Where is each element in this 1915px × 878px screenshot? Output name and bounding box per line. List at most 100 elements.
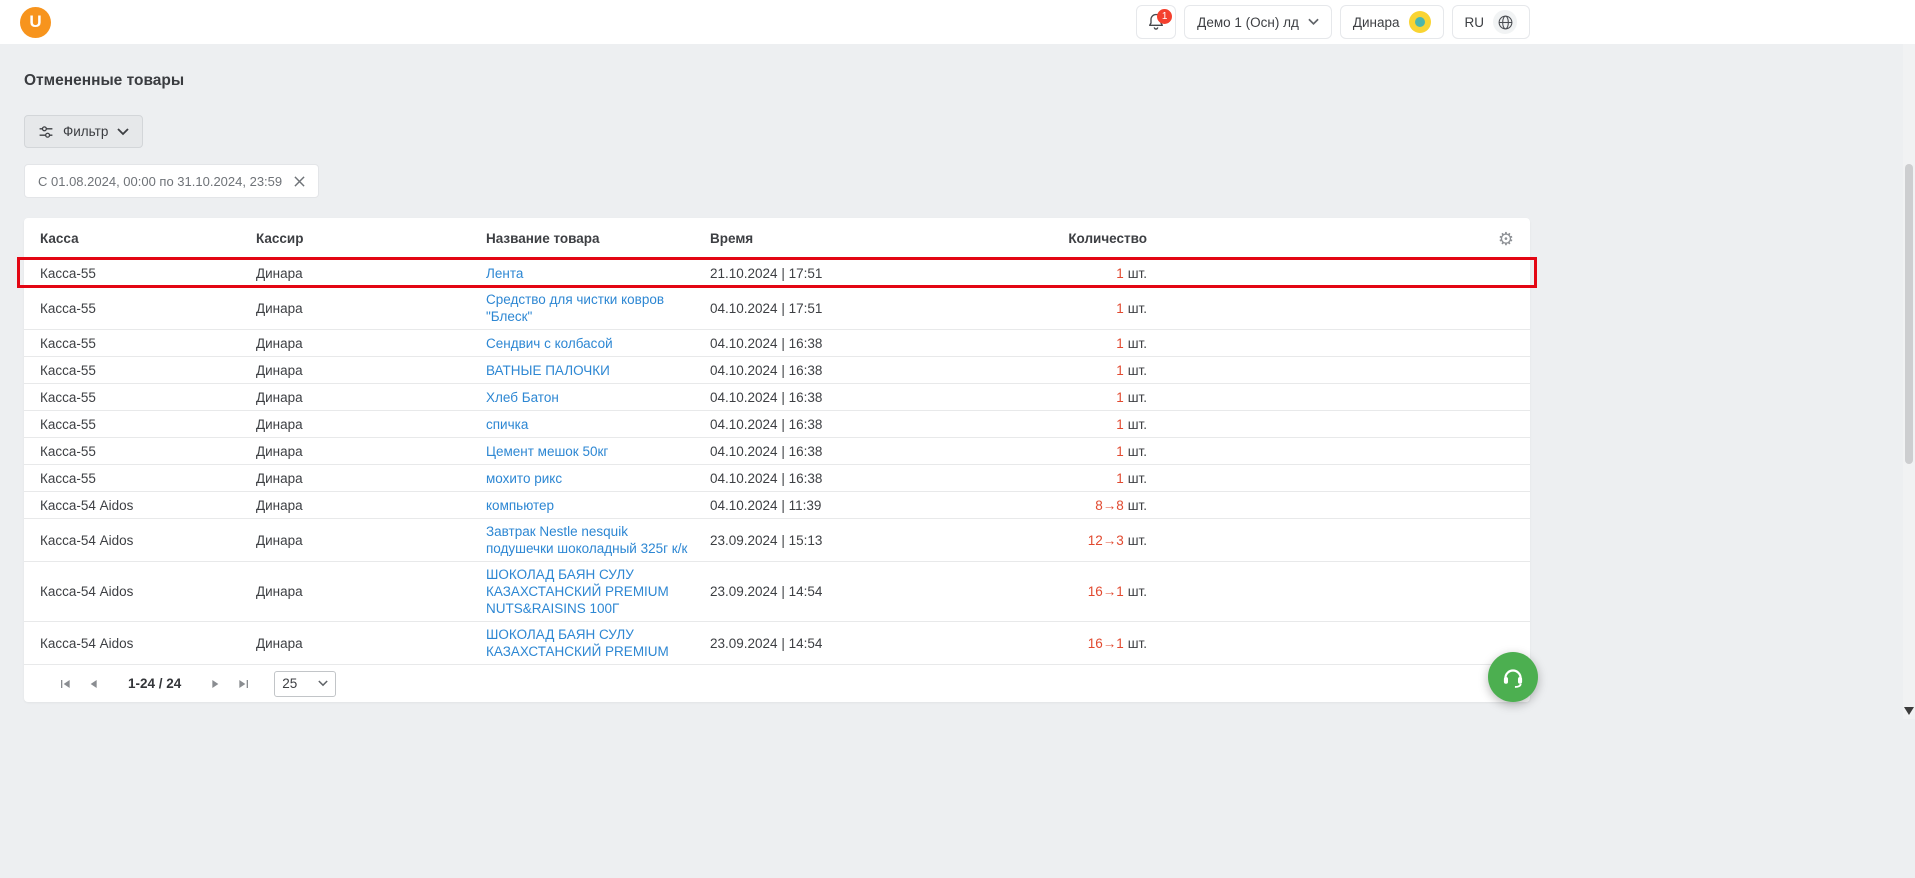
pagination: 1-24 / 24 25 <box>24 664 1530 702</box>
cell-time: 04.10.2024 | 16:38 <box>710 416 823 432</box>
product-link[interactable]: ВАТНЫЕ ПАЛОЧКИ <box>486 363 610 378</box>
cell-product: мохито рикс <box>486 470 710 487</box>
quantity-unit: шт. <box>1127 416 1147 432</box>
pagination-range: 1-24 / 24 <box>128 676 182 691</box>
avatar <box>1408 11 1431 33</box>
scroll-down-arrow-icon[interactable] <box>1904 707 1914 715</box>
cell-kassa: Касса-55 <box>40 443 96 459</box>
quantity-value: 1 <box>1116 362 1124 378</box>
cell-kassa: Касса-55 <box>40 470 96 486</box>
table-row: Касса-55 Динара Хлеб Батон 04.10.2024 | … <box>24 383 1530 410</box>
branch-selector[interactable]: Демо 1 (Осн) лд <box>1184 5 1332 39</box>
cell-cashier: Динара <box>256 470 303 486</box>
quantity-value: 1 <box>1116 443 1124 459</box>
table-row: Касса-55 Динара Средство для чистки ковр… <box>24 286 1530 329</box>
column-header-time: Время <box>710 231 754 246</box>
notification-badge: 1 <box>1157 9 1173 24</box>
next-page-button[interactable] <box>204 673 226 695</box>
page-size-select[interactable]: 25 <box>274 670 337 697</box>
quantity-unit: шт. <box>1127 443 1147 459</box>
date-filter-chip: С 01.08.2024, 00:00 по 31.10.2024, 23:59 <box>24 164 320 198</box>
prev-page-icon <box>90 679 97 688</box>
language-selector[interactable]: RU <box>1451 5 1530 39</box>
avatar-emblem <box>1414 17 1425 27</box>
cell-cashier: Динара <box>256 300 303 316</box>
quantity-value: 16→1 <box>1087 635 1124 651</box>
filter-button-label: Фильтр <box>63 124 109 139</box>
cell-time: 04.10.2024 | 16:38 <box>710 335 823 351</box>
cell-quantity: 1 шт. <box>960 335 1147 352</box>
cell-product: Завтрак Nestle nesquik подушечки шоколад… <box>486 523 710 557</box>
cell-kassa: Касса-54 Aidos <box>40 635 134 651</box>
cell-kassa: Касса-55 <box>40 335 96 351</box>
cell-product: Цемент мешок 50кг <box>486 443 710 460</box>
topbar-inner: U 1 Демо 1 (Осн) лд Динара RU <box>0 0 1554 44</box>
cell-kassa: Касса-55 <box>40 362 96 378</box>
gear-icon[interactable]: ⚙ <box>1498 230 1514 248</box>
cell-time: 04.10.2024 | 16:38 <box>710 362 823 378</box>
cell-product: компьютер <box>486 497 710 514</box>
product-link[interactable]: Сендвич с колбасой <box>486 336 613 351</box>
cell-cashier: Динара <box>256 635 303 651</box>
chevron-down-icon <box>318 680 328 687</box>
cell-kassa: Касса-55 <box>40 300 96 316</box>
app-logo[interactable]: U <box>20 6 51 38</box>
filter-button[interactable]: Фильтр <box>24 115 144 148</box>
notifications-button[interactable]: 1 <box>1136 5 1177 39</box>
cell-time: 23.09.2024 | 14:54 <box>710 635 823 651</box>
vertical-scrollbar <box>1903 44 1915 719</box>
product-link[interactable]: мохито рикс <box>486 471 562 486</box>
cell-quantity: 1 шт. <box>960 362 1147 379</box>
remove-filter-button[interactable] <box>294 175 305 187</box>
product-link[interactable]: ШОКОЛАД БАЯН СУЛУ КАЗАХСТАНСКИЙ PREMIUM <box>486 627 669 659</box>
quantity-value: 1 <box>1116 265 1124 281</box>
chevron-down-icon <box>1308 18 1319 26</box>
next-page-icon <box>212 679 219 688</box>
quantity-value: 1 <box>1116 335 1124 351</box>
product-link[interactable]: Хлеб Батон <box>486 390 559 405</box>
scrollbar-thumb[interactable] <box>1905 164 1913 464</box>
cell-time: 04.10.2024 | 16:38 <box>710 443 823 459</box>
product-link[interactable]: спичка <box>486 417 528 432</box>
quantity-unit: шт. <box>1127 335 1147 351</box>
user-name: Динара <box>1352 14 1400 30</box>
cell-time: 23.09.2024 | 15:13 <box>710 532 823 548</box>
cell-product: Лента <box>486 265 710 282</box>
cell-cashier: Динара <box>256 265 303 281</box>
last-page-button[interactable] <box>233 673 255 695</box>
cell-time: 04.10.2024 | 11:39 <box>710 497 822 513</box>
cell-kassa: Касса-54 Aidos <box>40 532 134 548</box>
prev-page-button[interactable] <box>83 673 105 695</box>
table-row: Касса-55 Динара Лента 21.10.2024 | 17:51… <box>17 257 1537 288</box>
table-header: Касса Кассир Название товара Время Колич… <box>24 218 1530 259</box>
cell-product: ШОКОЛАД БАЯН СУЛУ КАЗАХСТАНСКИЙ PREMIUM <box>486 626 710 660</box>
cell-product: Хлеб Батон <box>486 389 710 406</box>
cell-product: ШОКОЛАД БАЯН СУЛУ КАЗАХСТАНСКИЙ PREMIUM … <box>486 566 710 617</box>
product-link[interactable]: Завтрак Nestle nesquik подушечки шоколад… <box>486 524 687 556</box>
column-header-product: Название товара <box>486 231 600 246</box>
first-page-button[interactable] <box>54 673 76 695</box>
product-link[interactable]: Средство для чистки ковров "Блеск" <box>486 292 664 324</box>
quantity-unit: шт. <box>1127 389 1147 405</box>
cell-kassa: Касса-54 Aidos <box>40 584 134 599</box>
cell-quantity: 1 шт. <box>960 300 1147 317</box>
user-menu[interactable]: Динара <box>1339 5 1444 39</box>
product-link[interactable]: ШОКОЛАД БАЯН СУЛУ КАЗАХСТАНСКИЙ PREMIUM … <box>486 567 669 616</box>
quantity-unit: шт. <box>1127 635 1147 651</box>
quantity-value: 8→8 <box>1095 497 1124 513</box>
cell-cashier: Динара <box>256 416 303 432</box>
cell-quantity: 1 шт. <box>960 389 1147 406</box>
quantity-value: 12→3 <box>1087 532 1124 548</box>
support-button[interactable] <box>1488 652 1538 702</box>
headset-icon <box>1500 664 1526 690</box>
product-link[interactable]: компьютер <box>486 498 554 513</box>
cell-product: Средство для чистки ковров "Блеск" <box>486 291 710 325</box>
product-link[interactable]: Лента <box>486 266 523 281</box>
cell-time: 21.10.2024 | 17:51 <box>710 265 823 281</box>
cell-quantity: 1 шт. <box>960 470 1147 487</box>
cell-quantity: 12→3 шт. <box>960 532 1147 549</box>
cell-cashier: Динара <box>256 389 303 405</box>
chevron-down-icon <box>117 127 129 136</box>
quantity-value: 16→1 <box>1087 584 1124 599</box>
product-link[interactable]: Цемент мешок 50кг <box>486 444 608 459</box>
